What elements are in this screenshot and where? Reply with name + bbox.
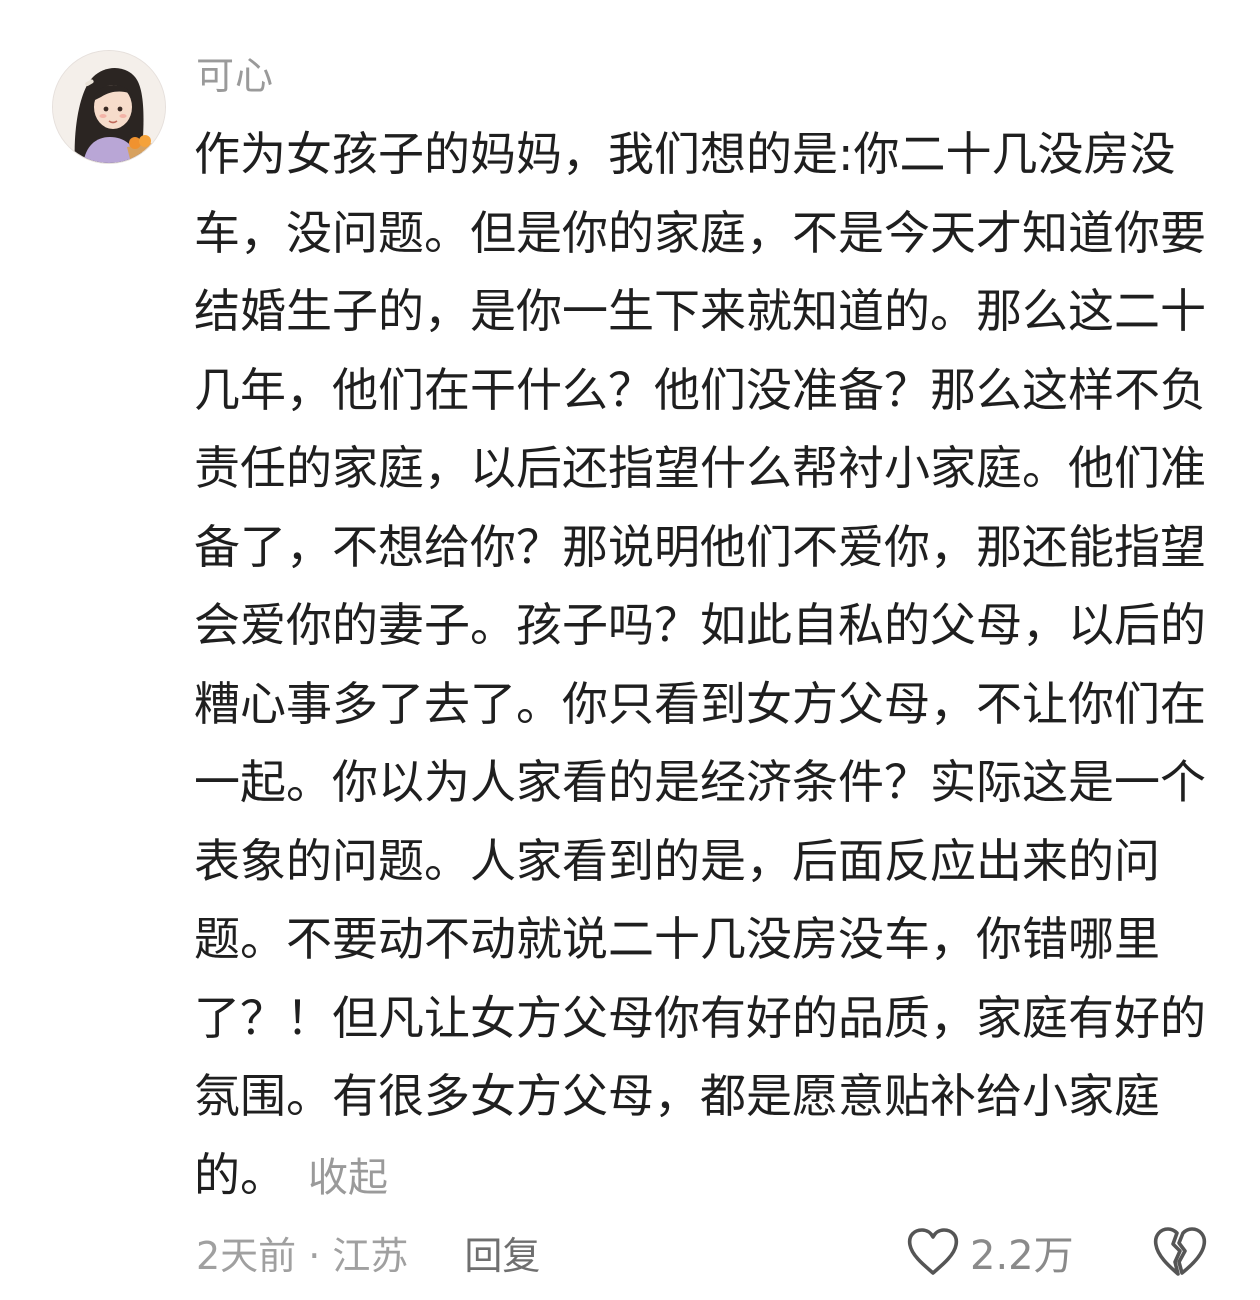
like-button[interactable]: 2.2万 bbox=[906, 1222, 1074, 1282]
timestamp-location: 2天前 · 江苏 bbox=[196, 1233, 409, 1278]
dislike-button[interactable] bbox=[1152, 1224, 1208, 1278]
comment-text: 作为女孩子的妈妈，我们想的是:你二十几没房没车，没问题。但是你的家庭，不是今天才… bbox=[194, 127, 1206, 1202]
comment-meta: 2天前 · 江苏 回复 bbox=[196, 1222, 540, 1282]
heart-outline-icon bbox=[907, 1228, 959, 1275]
avatar-illustration bbox=[53, 51, 165, 163]
avatar[interactable] bbox=[52, 50, 166, 164]
comment-body: 作为女孩子的妈妈，我们想的是:你二十几没房没车，没问题。但是你的家庭，不是今天才… bbox=[194, 115, 1214, 1217]
like-count: 2.2万 bbox=[970, 1233, 1074, 1279]
collapse-button[interactable]: 收起 bbox=[308, 1155, 388, 1201]
comment-item: 可心 作为女孩子的妈妈，我们想的是:你二十几没房没车，没问题。但是你的家庭，不是… bbox=[0, 0, 1260, 1300]
reply-button[interactable]: 回复 bbox=[464, 1225, 540, 1280]
broken-heart-icon bbox=[1153, 1227, 1207, 1276]
username[interactable]: 可心 bbox=[196, 50, 274, 102]
